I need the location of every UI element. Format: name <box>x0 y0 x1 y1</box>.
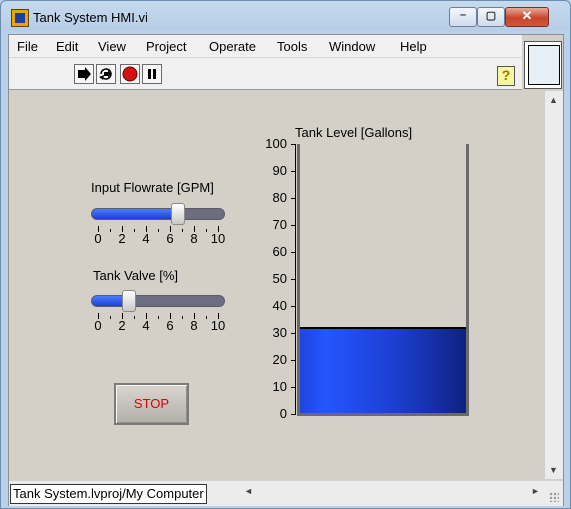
tank-scale-label: 50 <box>272 271 287 286</box>
menu-bar: File Edit View Project Operate Tools Win… <box>9 35 522 58</box>
tank-scale-tick <box>291 333 296 334</box>
tank-indicator <box>297 144 469 416</box>
tank-scale-tick <box>291 360 296 361</box>
tank-scale-tick <box>291 198 296 199</box>
scroll-right-arrow-icon[interactable]: ► <box>531 486 540 496</box>
tank-scale-label: 40 <box>272 298 287 313</box>
tank-scale-label: 80 <box>272 190 287 205</box>
abort-icon <box>122 66 138 82</box>
tank-scale-label: 30 <box>272 325 287 340</box>
valve-tick-label: 0 <box>94 318 102 333</box>
flowrate-tick <box>110 229 111 232</box>
menu-view[interactable]: View <box>98 39 126 54</box>
tank-scale-label: 90 <box>272 163 287 178</box>
resize-grip-icon[interactable] <box>549 492 559 502</box>
flowrate-tick <box>134 229 135 232</box>
vi-connector-icon[interactable] <box>524 41 562 89</box>
valve-tick <box>182 316 183 319</box>
tank-fluid <box>300 326 466 413</box>
valve-tick <box>110 316 111 319</box>
flowrate-tick <box>182 229 183 232</box>
vi-connector-pane <box>528 45 560 85</box>
flowrate-tick-label: 8 <box>190 231 198 246</box>
stop-button[interactable]: STOP <box>114 383 189 425</box>
valve-tick-label: 2 <box>118 318 126 333</box>
valve-tick <box>158 316 159 319</box>
valve-tick-label: 8 <box>190 318 198 333</box>
pause-button[interactable] <box>142 64 162 84</box>
flowrate-tick-label: 2 <box>118 231 126 246</box>
flowrate-fill <box>92 209 180 219</box>
valve-slider[interactable] <box>91 295 225 307</box>
flowrate-tick-label: 0 <box>94 231 102 246</box>
tank-scale-tick <box>291 144 296 145</box>
tank-scale-label: 10 <box>272 379 287 394</box>
flowrate-label: Input Flowrate [GPM] <box>91 180 214 195</box>
valve-tick-label: 4 <box>142 318 150 333</box>
run-continuous-icon <box>99 68 112 80</box>
tank-scale-tick <box>291 387 296 388</box>
abort-button[interactable] <box>120 64 140 84</box>
tank-scale-label: 20 <box>272 352 287 367</box>
labview-vi-icon <box>11 9 29 27</box>
tank-scale-tick <box>291 414 296 415</box>
window-title: Tank System HMI.vi <box>33 10 148 25</box>
menu-edit[interactable]: Edit <box>56 39 78 54</box>
tank-scale-label: 0 <box>279 406 287 421</box>
tank-scale-tick <box>291 306 296 307</box>
front-panel: Input Flowrate [GPM] 0 2 4 6 8 10 Tank Valve … <box>9 91 543 479</box>
run-button[interactable] <box>74 64 94 84</box>
scroll-down-arrow-icon[interactable]: ▼ <box>549 465 558 475</box>
scroll-up-arrow-icon[interactable]: ▲ <box>549 95 558 105</box>
tank-scale-tick <box>291 225 296 226</box>
tank-scale-tick <box>291 252 296 253</box>
vertical-scrollbar[interactable]: ▲ ▼ <box>544 91 563 479</box>
tank-scale-label: 70 <box>272 217 287 232</box>
flowrate-slider[interactable] <box>91 208 225 220</box>
tank-scale-label: 100 <box>265 136 287 151</box>
run-continuously-button[interactable] <box>96 64 116 84</box>
valve-tick <box>134 316 135 319</box>
close-button[interactable]: ✕ <box>505 7 549 27</box>
menu-help[interactable]: Help <box>400 39 427 54</box>
maximize-icon: ▢ <box>485 10 497 22</box>
flowrate-thumb[interactable] <box>171 203 186 225</box>
tank-scale-tick <box>291 171 296 172</box>
close-icon: ✕ <box>521 8 533 23</box>
valve-label: Tank Valve [%] <box>93 268 179 283</box>
status-bar: Tank System.lvproj/My Computer ◄ ► <box>9 480 563 506</box>
run-arrow-icon <box>78 67 91 81</box>
menu-project[interactable]: Project <box>146 39 186 54</box>
flowrate-tick <box>206 229 207 232</box>
valve-tick-label: 6 <box>166 318 174 333</box>
minimize-icon: – <box>459 9 467 21</box>
menu-operate[interactable]: Operate <box>209 39 256 54</box>
valve-tick <box>206 316 207 319</box>
tank-wall-right <box>466 144 469 416</box>
toolbar: ? <box>9 58 522 90</box>
valve-tick-label: 10 <box>210 318 226 333</box>
flowrate-tick-label: 6 <box>166 231 174 246</box>
pause-icon <box>148 69 156 79</box>
tank-scale-label: 60 <box>272 244 287 259</box>
minimize-button[interactable]: – <box>449 7 477 27</box>
menu-window[interactable]: Window <box>329 39 375 54</box>
flowrate-tick-label: 10 <box>210 231 226 246</box>
flowrate-tick-label: 4 <box>142 231 150 246</box>
application-window: Tank System HMI.vi – ▢ ✕ File Edit View … <box>0 0 571 509</box>
project-path: Tank System.lvproj/My Computer <box>10 484 207 504</box>
context-help-button[interactable]: ? <box>497 66 515 86</box>
valve-thumb[interactable] <box>122 290 137 312</box>
flowrate-tick <box>158 229 159 232</box>
tank-scale-tick <box>291 279 296 280</box>
vi-front-panel-window: File Edit View Project Operate Tools Win… <box>8 34 564 506</box>
menu-tools[interactable]: Tools <box>277 39 307 54</box>
title-bar[interactable]: Tank System HMI.vi – ▢ ✕ <box>1 1 570 35</box>
maximize-button[interactable]: ▢ <box>477 7 505 27</box>
tank-level-label: Tank Level [Gallons] <box>295 125 413 140</box>
menu-file[interactable]: File <box>17 39 38 54</box>
scroll-left-arrow-icon[interactable]: ◄ <box>244 486 253 496</box>
tank-floor <box>297 413 469 416</box>
